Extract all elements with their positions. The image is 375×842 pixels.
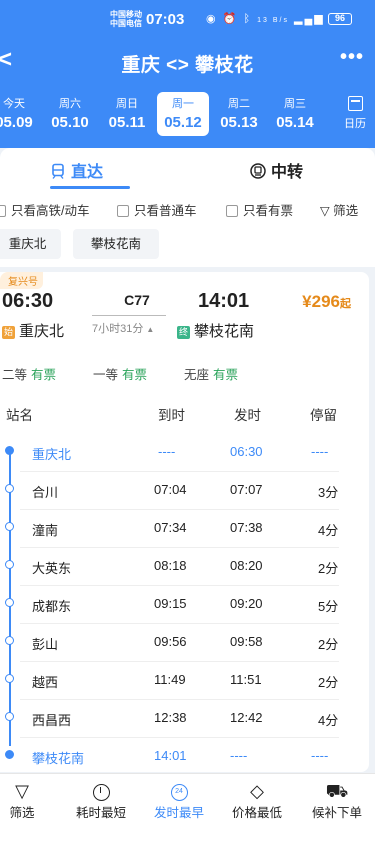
sort-filter-button[interactable]: ▽ 筛选 xyxy=(8,780,36,821)
header: 中国移动 中国电信 07:03 ◉ ⏰ ᛒ 13 B/s ▂▄▆ 96 < 重庆… xyxy=(0,0,375,148)
alarm-icon: ⏰ xyxy=(222,13,239,25)
sort-earliest-button[interactable]: 24 发时最早 xyxy=(152,780,206,821)
train-divider xyxy=(92,315,166,316)
date-selector: 今天 05.09 周六 05.10 周日 05.11 周一 05.12 周二 0… xyxy=(0,92,375,140)
sort-shortest-button[interactable]: 耗时最短 xyxy=(74,780,128,821)
eye-icon: ◉ xyxy=(206,13,218,25)
seat-availability: 二等 有票 xyxy=(2,368,57,382)
stop-dot xyxy=(5,636,14,645)
station-chip[interactable]: 攀枝花南 xyxy=(73,229,159,259)
transfer-icon xyxy=(250,163,266,179)
stop-row: 攀枝花南 14:01 ---- ---- xyxy=(0,738,369,776)
filter-available-checkbox[interactable]: 只看有票 xyxy=(226,200,293,219)
filter-button[interactable]: ▽ 筛选 xyxy=(320,200,358,219)
arrival-station: 终攀枝花南 xyxy=(177,323,255,340)
battery-icon: 96 xyxy=(328,13,352,25)
stop-dot xyxy=(5,522,14,531)
arrival-time: 14:01 xyxy=(198,290,250,312)
calendar-button[interactable]: 日历 xyxy=(340,94,370,131)
stop-row: 西昌西 12:38 12:42 4分 xyxy=(0,700,369,738)
price-tag-icon: ◇ xyxy=(250,781,264,801)
carrier-label: 中国移动 中国电信 xyxy=(110,10,142,28)
seat-availability: 无座 有票 xyxy=(184,368,239,382)
calendar-icon xyxy=(347,96,363,111)
stop-row: 彭山 09:56 09:58 2分 xyxy=(0,624,369,662)
station-chip[interactable]: 重庆北 xyxy=(0,229,61,259)
signal-icon: ▂▄▆ xyxy=(294,13,325,25)
filter-normal-checkbox[interactable]: 只看普通车 xyxy=(117,200,197,219)
date-item[interactable]: 周日 05.11 xyxy=(101,92,153,136)
stop-dot xyxy=(5,484,14,493)
status-bar: 中国移动 中国电信 07:03 ◉ ⏰ ᛒ 13 B/s ▂▄▆ 96 xyxy=(0,8,375,32)
stop-dot xyxy=(5,712,14,721)
waitlist-button[interactable]: ⛟ 候补下单 xyxy=(310,780,364,821)
stop-dot xyxy=(5,674,14,683)
stop-row: 重庆北 ---- 06:30 ---- xyxy=(0,434,369,472)
funnel-icon: ▽ xyxy=(320,204,330,218)
route-tabs: 直达 中转 xyxy=(0,148,375,190)
cart-icon: ⛟ xyxy=(325,781,349,801)
departure-station: 始重庆北 xyxy=(2,323,65,340)
train-price: ¥296起 xyxy=(302,292,351,311)
stop-dot xyxy=(5,446,14,455)
stop-row: 大英东 08:18 08:20 2分 xyxy=(0,548,369,586)
date-item[interactable]: 周三 05.14 xyxy=(269,92,321,136)
stop-row: 潼南 07:34 07:38 4分 xyxy=(0,510,369,548)
more-icon[interactable]: ••• xyxy=(340,46,364,69)
stop-row: 越西 11:49 11:51 2分 xyxy=(0,662,369,700)
tab-transfer[interactable]: 中转 xyxy=(250,158,303,182)
bluetooth-icon: ᛒ xyxy=(243,13,253,25)
nav-bar: < 重庆 <> 攀枝花 ••• xyxy=(0,44,375,80)
train-card[interactable]: 复兴号 06:30 C77 7小时31分 ▲ 14:01 ¥296起 始重庆北 … xyxy=(0,272,369,772)
stop-dot xyxy=(5,560,14,569)
train-duration: 7小时31分 ▲ xyxy=(92,323,155,335)
origin-tag: 始 xyxy=(2,326,15,339)
date-item[interactable]: 今天 05.09 xyxy=(0,92,40,136)
bottom-sort-bar: ▽ 筛选 耗时最短 24 发时最早 ◇ 价格最低 ⛟ 候补下单 xyxy=(0,773,375,842)
stop-dot xyxy=(5,598,14,607)
terminus-tag: 终 xyxy=(177,326,190,339)
status-icons: ◉ ⏰ ᛒ 13 B/s ▂▄▆ xyxy=(206,12,325,25)
seat-availability: 一等 有票 xyxy=(93,368,148,382)
clock-24-icon: 24 xyxy=(170,783,188,801)
tab-direct[interactable]: 直达 xyxy=(50,158,103,182)
page-title: 重庆 <> 攀枝花 xyxy=(121,55,254,76)
clock-icon xyxy=(92,783,110,801)
sort-cheapest-button[interactable]: ◇ 价格最低 xyxy=(230,780,284,821)
stop-row: 合川 07:04 07:07 3分 xyxy=(0,472,369,510)
net-speed: 13 B/s xyxy=(257,17,289,24)
train-icon xyxy=(52,163,64,179)
filter-bar: 只看高铁/动车 只看普通车 只看有票 ▽ 筛选 xyxy=(0,190,375,225)
stop-row: 成都东 09:15 09:20 5分 xyxy=(0,586,369,624)
tab-indicator xyxy=(50,186,130,189)
date-item-selected[interactable]: 周一 05.12 xyxy=(157,92,209,136)
stops-header: 站名 到时 发时 停留 xyxy=(6,408,337,423)
departure-time: 06:30 xyxy=(2,290,54,312)
station-chips: 重庆北 攀枝花南 xyxy=(0,225,375,267)
date-item[interactable]: 周二 05.13 xyxy=(213,92,265,136)
filter-highspeed-checkbox[interactable]: 只看高铁/动车 xyxy=(0,200,89,219)
date-item[interactable]: 周六 05.10 xyxy=(44,92,96,136)
status-time: 07:03 xyxy=(146,11,185,28)
stop-dot xyxy=(5,750,14,759)
train-type-badge: 复兴号 xyxy=(0,272,43,289)
funnel-icon: ▽ xyxy=(15,781,29,801)
train-number: C77 xyxy=(124,292,150,308)
caret-up-icon: ▲ xyxy=(146,325,155,334)
